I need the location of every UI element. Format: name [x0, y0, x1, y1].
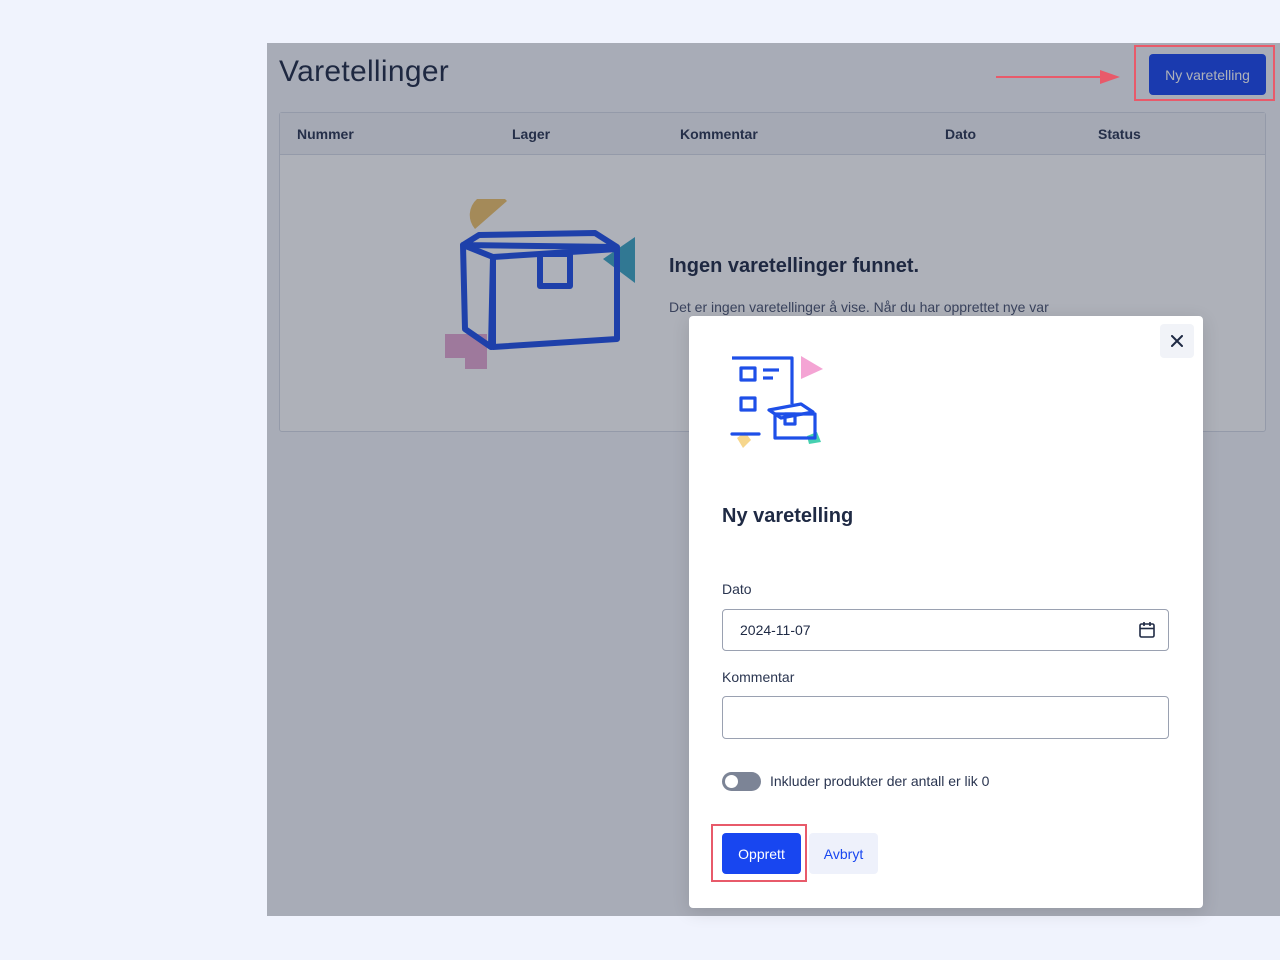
include-zero-quantity-label: Inkluder produkter der antall er lik 0 — [770, 773, 990, 789]
comment-field[interactable] — [722, 696, 1169, 739]
close-icon — [1171, 335, 1183, 347]
date-value: 2024-11-07 — [740, 622, 811, 638]
highlight-box-create-button — [711, 824, 807, 882]
highlight-box-new-button — [1134, 45, 1275, 101]
date-label: Dato — [722, 581, 752, 597]
calendar-icon[interactable] — [1138, 621, 1156, 639]
toggle-knob — [725, 775, 738, 788]
close-button[interactable] — [1160, 324, 1194, 358]
date-field[interactable]: 2024-11-07 — [722, 609, 1169, 651]
cancel-button[interactable]: Avbryt — [809, 833, 878, 874]
comment-label: Kommentar — [722, 669, 795, 685]
new-inventory-count-dialog: Ny varetelling Dato 2024-11-07 Kommentar… — [689, 316, 1203, 908]
include-zero-quantity-toggle[interactable] — [722, 772, 761, 791]
pointer-arrow-icon — [996, 70, 1120, 84]
dialog-title: Ny varetelling — [722, 505, 854, 527]
inventory-document-illustration — [730, 356, 823, 448]
